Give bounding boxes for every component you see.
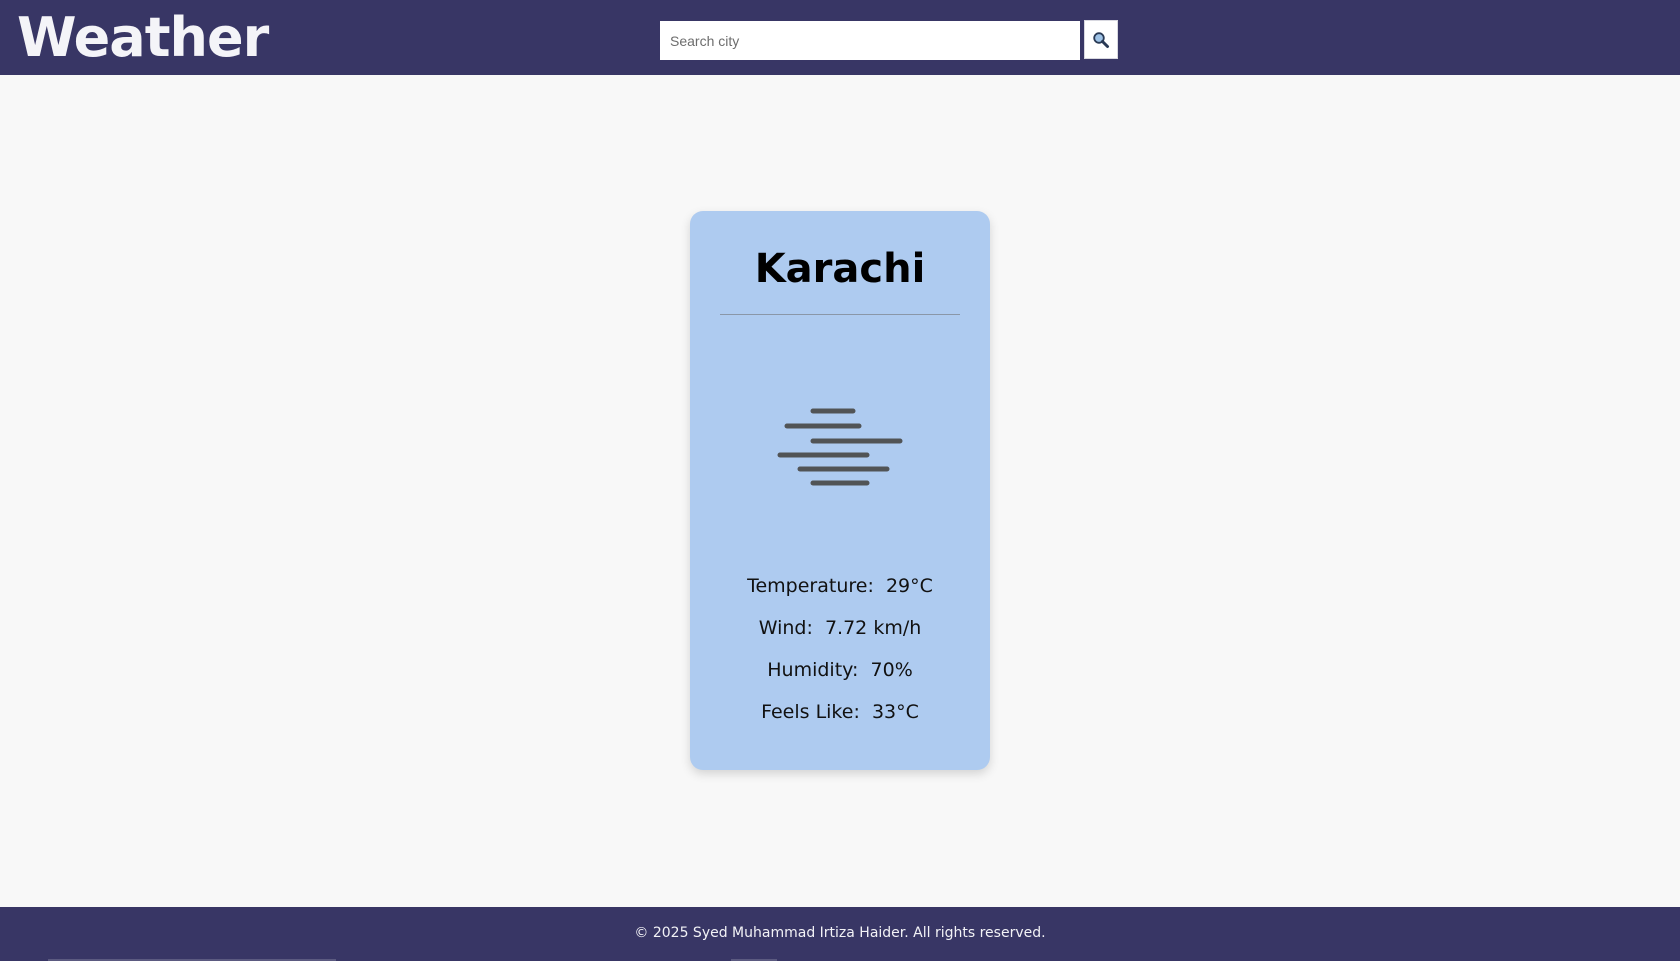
search-button[interactable] <box>1084 20 1118 59</box>
feels-like-value: 33°C <box>871 701 919 723</box>
temperature-label: Temperature: <box>747 575 874 597</box>
wind-label: Wind: <box>758 617 813 639</box>
app-logo: Weather <box>17 6 269 69</box>
search-input[interactable] <box>660 21 1080 60</box>
magnifier-icon <box>1093 31 1109 48</box>
temperature-value: 29°C <box>885 575 933 597</box>
feels-like-label: Feels Like: <box>761 701 860 723</box>
feels-like-row: Feels Like: 33°C <box>690 698 990 726</box>
card-divider <box>720 314 960 315</box>
weather-app: Weather Karachi Temperature: 29°C Wind: … <box>0 0 1680 961</box>
humidity-value: 70% <box>870 659 913 681</box>
weather-card: Karachi Temperature: 29°C Wind: 7.72 km/… <box>690 211 990 770</box>
temperature-row: Temperature: 29°C <box>690 572 990 600</box>
city-name: Karachi <box>754 246 926 292</box>
haze-icon <box>777 408 903 486</box>
copyright-text: © 2025 Syed Muhammad Irtiza Haider. All … <box>634 925 1046 941</box>
wind-row: Wind: 7.72 km/h <box>690 614 990 642</box>
top-bar: Weather <box>0 0 1680 75</box>
wind-value: 7.72 km/h <box>824 617 922 639</box>
humidity-row: Humidity: 70% <box>690 656 990 684</box>
humidity-label: Humidity: <box>767 659 859 681</box>
footer: © 2025 Syed Muhammad Irtiza Haider. All … <box>0 907 1680 961</box>
